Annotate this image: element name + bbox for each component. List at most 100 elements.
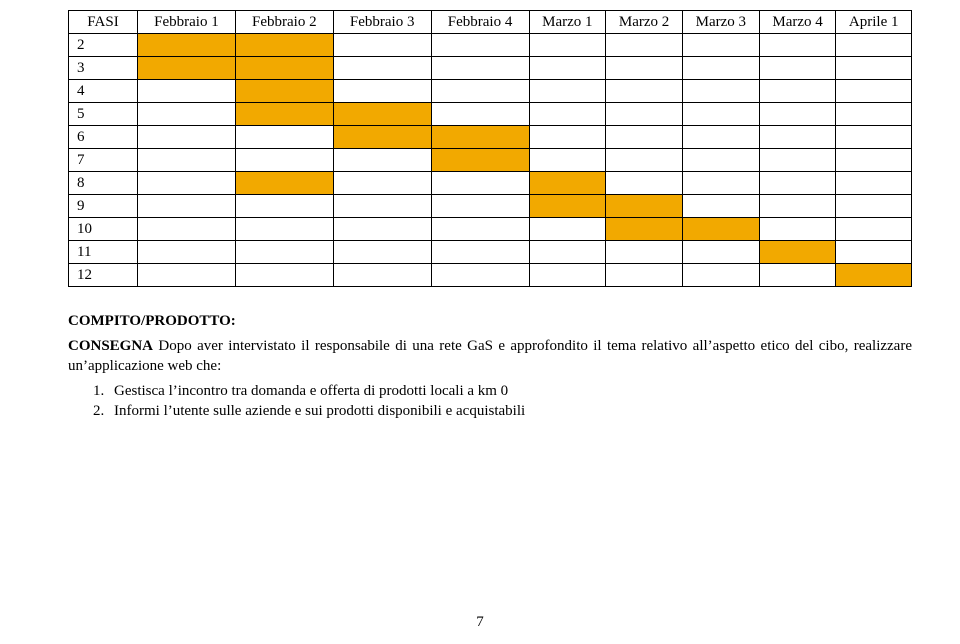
gantt-cell [138,195,236,218]
gantt-cell [529,34,606,57]
gantt-cell [431,264,529,287]
phase-label: 7 [69,149,138,172]
gantt-cell [606,172,683,195]
phase-label: 12 [69,264,138,287]
gantt-cell [759,241,836,264]
gantt-header-col: Febbraio 2 [235,11,333,34]
gantt-cell [431,57,529,80]
gantt-cell [431,218,529,241]
gantt-cell [333,57,431,80]
gantt-cell [836,241,912,264]
gantt-cell [235,149,333,172]
gantt-cell [431,80,529,103]
gantt-cell [138,264,236,287]
gantt-cell [431,126,529,149]
gantt-cell [529,264,606,287]
gantt-cell [529,126,606,149]
gantt-header-col: Marzo 4 [759,11,836,34]
gantt-cell [333,264,431,287]
table-row: 9 [69,195,912,218]
gantt-cell [235,172,333,195]
gantt-cell [138,218,236,241]
consegna-label: CONSEGNA [68,338,153,354]
gantt-cell [333,126,431,149]
gantt-cell [606,149,683,172]
gantt-cell [235,241,333,264]
gantt-cell [138,57,236,80]
gantt-cell [431,103,529,126]
table-row: 6 [69,126,912,149]
gantt-cell [682,195,759,218]
gantt-cell [431,34,529,57]
gantt-header-col: Febbraio 1 [138,11,236,34]
gantt-cell [431,241,529,264]
table-row: 5 [69,103,912,126]
gantt-cell [138,80,236,103]
gantt-cell [759,149,836,172]
gantt-cell [606,218,683,241]
gantt-cell [333,80,431,103]
table-row: 2 [69,34,912,57]
gantt-cell [836,103,912,126]
table-row: 12 [69,264,912,287]
gantt-cell [138,149,236,172]
gantt-cell [138,172,236,195]
gantt-cell [235,57,333,80]
gantt-cell [235,34,333,57]
phase-label: 3 [69,57,138,80]
gantt-cell [431,172,529,195]
gantt-header-col: Febbraio 3 [333,11,431,34]
gantt-cell [606,103,683,126]
gantt-header-col: Marzo 2 [606,11,683,34]
gantt-cell [529,218,606,241]
gantt-cell [333,149,431,172]
gantt-cell [682,57,759,80]
gantt-cell [759,126,836,149]
phase-label: 6 [69,126,138,149]
phase-label: 11 [69,241,138,264]
phase-label: 9 [69,195,138,218]
gantt-cell [235,218,333,241]
gantt-cell [606,34,683,57]
gantt-cell [529,241,606,264]
gantt-cell [529,103,606,126]
gantt-cell [333,172,431,195]
phase-label: 5 [69,103,138,126]
gantt-cell [836,172,912,195]
gantt-cell [836,57,912,80]
gantt-cell [682,126,759,149]
gantt-cell [138,241,236,264]
gantt-cell [836,80,912,103]
gantt-cell [682,172,759,195]
phase-label: 10 [69,218,138,241]
gantt-header-col: Marzo 1 [529,11,606,34]
gantt-cell [431,149,529,172]
gantt-cell [836,264,912,287]
gantt-cell [333,241,431,264]
gantt-cell [431,195,529,218]
gantt-cell [682,149,759,172]
gantt-cell [682,241,759,264]
steps-list: Gestisca l’incontro tra domanda e offert… [68,381,912,422]
phase-label: 2 [69,34,138,57]
gantt-cell [235,103,333,126]
gantt-cell [759,80,836,103]
gantt-cell [836,218,912,241]
gantt-cell [606,126,683,149]
table-row: 3 [69,57,912,80]
list-item: Gestisca l’incontro tra domanda e offert… [108,381,912,401]
gantt-cell [682,264,759,287]
list-item: Informi l’utente sulle aziende e sui pro… [108,401,912,421]
gantt-header-col: Marzo 3 [682,11,759,34]
table-row: 7 [69,149,912,172]
gantt-cell [759,218,836,241]
gantt-cell [529,57,606,80]
gantt-cell [836,149,912,172]
gantt-cell [682,80,759,103]
gantt-cell [759,57,836,80]
section-title: COMPITO/PRODOTTO: [68,313,912,330]
assignment-text: CONSEGNA Dopo aver intervistato il respo… [68,336,912,377]
gantt-cell [333,103,431,126]
gantt-cell [682,34,759,57]
gantt-cell [235,126,333,149]
